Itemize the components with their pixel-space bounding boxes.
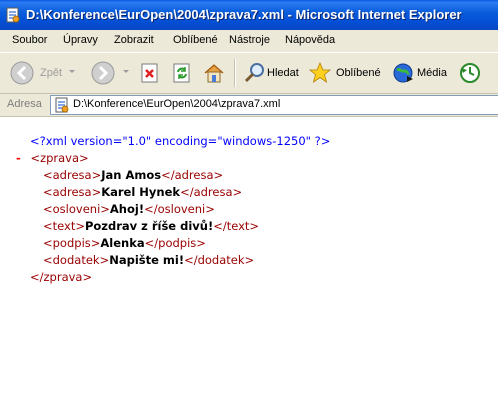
search-label: Hledat [267, 67, 299, 79]
media-globe-icon [393, 63, 413, 83]
element-close-tag: </osloveni> [144, 202, 215, 216]
page-icon [55, 97, 69, 113]
menu-bar: Soubor Úpravy Zobrazit Oblíbené Nástroje… [0, 30, 498, 53]
element-open-tag: <osloveni> [43, 202, 110, 216]
element-text: Alenka [100, 236, 145, 250]
forward-arrow-icon [91, 61, 115, 85]
element-close-tag: </adresa> [161, 168, 224, 182]
element-open-tag: <podpis> [43, 236, 101, 250]
menu-upravy[interactable]: Úpravy [63, 34, 98, 46]
xml-declaration: <?xml version="1.0" encoding="windows-12… [30, 134, 331, 148]
xml-content: <?xml version="1.0" encoding="windows-12… [0, 117, 498, 407]
favorites-button[interactable]: Oblíbené [306, 53, 384, 93]
address-bar: Adresa D:\Konference\EurOpen\2004\zprava… [0, 94, 498, 117]
root-open-tag: <zprava> [30, 151, 89, 165]
back-arrow-icon [10, 61, 34, 85]
xml-element-line: <dodatek>Napište mi!</dodatek> [43, 252, 254, 269]
xml-root-open: - <zprava> [16, 150, 89, 167]
element-close-tag: </adresa> [180, 185, 243, 199]
element-text: Ahoj! [109, 202, 145, 216]
media-label: Média [417, 67, 447, 79]
forward-button[interactable] [88, 53, 122, 93]
stop-button[interactable] [138, 53, 164, 93]
stop-icon [141, 63, 158, 83]
menu-soubor[interactable]: Soubor [12, 34, 47, 46]
element-text: Pozdrav z říše divů! [84, 219, 214, 233]
xml-element-line: <adresa>Jan Amos</adresa> [43, 167, 223, 184]
window-title: D:\Konference\EurOpen\2004\zprava7.xml -… [26, 7, 462, 22]
xml-element-line: <text>Pozdrav z říše divů!</text> [43, 218, 259, 235]
toolbar: Zpět Hledat Oblíbené Média [0, 53, 498, 94]
element-open-tag: <text> [43, 219, 85, 233]
favorites-label: Oblíbené [336, 67, 381, 79]
history-icon [460, 63, 480, 83]
forward-dropdown-icon[interactable] [123, 70, 129, 73]
address-label: Adresa [7, 98, 42, 110]
menu-nastroje[interactable]: Nástroje [229, 34, 270, 46]
address-field[interactable]: D:\Konference\EurOpen\2004\zprava7.xml [50, 95, 498, 115]
home-icon [204, 64, 224, 83]
element-close-tag: </podpis> [144, 236, 206, 250]
root-close-tag: </zprava> [30, 270, 93, 284]
home-button[interactable] [200, 53, 228, 93]
back-label: Zpět [40, 67, 63, 79]
xml-element-line: <podpis>Alenka</podpis> [43, 235, 206, 252]
favorites-star-icon [308, 61, 332, 83]
search-icon [244, 63, 264, 83]
search-button[interactable]: Hledat [241, 53, 303, 93]
element-close-tag: </dodatek> [184, 253, 255, 267]
xml-element-line: <osloveni>Ahoj!</osloveni> [43, 201, 215, 218]
element-open-tag: <adresa> [43, 185, 102, 199]
media-button[interactable]: Média [389, 53, 451, 93]
element-text: Karel Hynek [101, 185, 181, 199]
back-button[interactable]: Zpět [6, 53, 64, 93]
xml-document-icon [6, 7, 20, 23]
element-text: Napište mi! [109, 253, 185, 267]
menu-oblibene[interactable]: Oblíbené [173, 34, 218, 46]
menu-napoveda[interactable]: Nápověda [285, 34, 335, 46]
menu-zobrazit[interactable]: Zobrazit [114, 34, 154, 46]
back-dropdown-icon[interactable] [69, 70, 75, 73]
refresh-icon [173, 63, 190, 83]
refresh-button[interactable] [170, 53, 196, 93]
address-value: D:\Konference\EurOpen\2004\zprava7.xml [73, 98, 281, 110]
history-button[interactable] [456, 53, 486, 93]
collapse-toggle[interactable]: - [16, 151, 21, 165]
element-text: Jan Amos [101, 168, 162, 182]
element-close-tag: </text> [213, 219, 260, 233]
toolbar-separator [234, 59, 236, 87]
title-bar: D:\Konference\EurOpen\2004\zprava7.xml -… [0, 0, 498, 30]
element-open-tag: <dodatek> [43, 253, 110, 267]
element-open-tag: <adresa> [43, 168, 102, 182]
xml-element-line: <adresa>Karel Hynek</adresa> [43, 184, 242, 201]
